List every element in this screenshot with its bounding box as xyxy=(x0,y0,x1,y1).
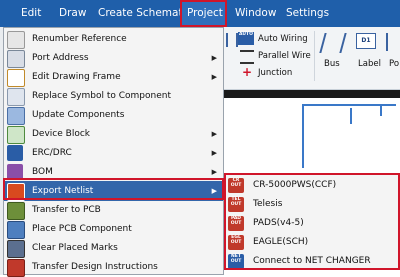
menu-item-export-netlist[interactable]: Export Netlist ▶ xyxy=(4,181,223,201)
renumber-icon xyxy=(7,31,25,49)
submenu-arrow-icon: ▶ xyxy=(211,149,217,157)
submenu-arrow-icon: ▶ xyxy=(211,168,217,176)
menu-item-label: Transfer Design Instructions xyxy=(32,262,158,272)
net-out-icon: NET OUT xyxy=(228,254,244,269)
menu-window[interactable]: Window xyxy=(235,0,276,27)
submenu-item-label: PADS(v4-5) xyxy=(253,218,304,228)
menu-item-renumber-reference[interactable]: Renumber Reference xyxy=(4,29,223,49)
bus-icon xyxy=(319,33,347,53)
erc-drc-icon xyxy=(7,145,23,161)
menu-item-replace-symbol[interactable]: Replace Symbol to Component xyxy=(4,86,223,106)
icon-text: CR OUT xyxy=(230,178,242,188)
submenu-item-cr5000[interactable]: CR OUT CR-5000PWS(CCF) xyxy=(225,176,399,195)
auto-wiring-icon-text: AUTO xyxy=(239,32,253,37)
menu-item-bom[interactable]: BOM ▶ xyxy=(4,162,223,182)
submenu-arrow-icon: ▶ xyxy=(211,54,217,62)
submenu-item-label: EAGLE(SCH) xyxy=(253,237,309,247)
netlist-out-icon xyxy=(7,183,25,201)
bus-button[interactable]: Bus xyxy=(324,59,340,69)
ribbon-divider xyxy=(314,31,315,81)
label-icon-text: D1 xyxy=(361,37,371,44)
menu-settings[interactable]: Settings xyxy=(286,0,329,27)
auto-wiring-button[interactable]: Auto Wiring xyxy=(258,34,308,44)
menu-item-label: Edit Drawing Frame xyxy=(32,72,121,82)
menubar: Edit Draw Create Schematic Project Windo… xyxy=(0,0,400,27)
eagle-out-icon: EGL OUT xyxy=(228,235,244,250)
label-icon: D1 xyxy=(356,33,376,49)
menu-item-clear-placed-marks[interactable]: Clear Placed Marks xyxy=(4,238,223,258)
menu-draw[interactable]: Draw xyxy=(59,0,86,27)
menu-item-label: Renumber Reference xyxy=(32,34,127,44)
menu-project[interactable]: Project xyxy=(180,0,227,27)
menu-item-transfer-to-pcb[interactable]: Transfer to PCB xyxy=(4,200,223,220)
submenu-item-label: CR-5000PWS(CCF) xyxy=(253,180,337,190)
menu-item-device-block[interactable]: Device Block ▶ xyxy=(4,124,223,144)
menu-item-label: Clear Placed Marks xyxy=(32,243,118,253)
export-netlist-submenu: CR OUT CR-5000PWS(CCF) TEL OUT Telesis P… xyxy=(224,173,400,270)
junction-icon: + xyxy=(242,65,253,79)
submenu-arrow-icon: ▶ xyxy=(211,130,217,138)
project-menu: Renumber Reference Port Address ▶ Edit D… xyxy=(3,27,224,277)
submenu-arrow-icon: ▶ xyxy=(211,187,217,195)
menu-item-place-pcb-component[interactable]: Place PCB Component xyxy=(4,219,223,239)
menu-item-label: Place PCB Component xyxy=(32,224,132,234)
parallel-wire-icon xyxy=(240,50,254,64)
menu-item-label: Device Block xyxy=(32,129,90,139)
menu-item-label: ERC/DRC xyxy=(32,148,72,158)
icon-text: NET OUT xyxy=(230,254,242,264)
place-pcb-icon xyxy=(7,221,25,239)
update-icon xyxy=(7,107,25,125)
menu-item-label: BOM xyxy=(32,167,53,177)
menu-item-transfer-design-instructions[interactable]: Transfer Design Instructions xyxy=(4,257,223,277)
menu-item-update-components[interactable]: Update Components xyxy=(4,105,223,125)
menu-edit[interactable]: Edit xyxy=(21,0,41,27)
submenu-item-pads[interactable]: PAD OUT PADS(v4-5) xyxy=(225,214,399,233)
pads-out-icon: PAD OUT xyxy=(228,216,244,231)
menu-item-label: Replace Symbol to Component xyxy=(32,91,171,101)
schematic-wire xyxy=(350,108,352,124)
submenu-arrow-icon: ▶ xyxy=(211,73,217,81)
wire-tool-icon[interactable] xyxy=(226,33,238,47)
menu-item-erc-drc[interactable]: ERC/DRC ▶ xyxy=(4,143,223,163)
submenu-item-eagle[interactable]: EGL OUT EAGLE(SCH) xyxy=(225,233,399,252)
menu-item-label: Export Netlist xyxy=(32,186,94,196)
transfer-design-icon xyxy=(7,259,25,277)
junction-button[interactable]: Junction xyxy=(258,68,292,78)
menu-item-label: Transfer to PCB xyxy=(32,205,101,215)
menu-item-edit-drawing-frame[interactable]: Edit Drawing Frame ▶ xyxy=(4,67,223,87)
icon-text: EGL OUT xyxy=(230,235,242,245)
transfer-pcb-icon xyxy=(7,202,25,220)
device-block-icon xyxy=(7,126,25,144)
telesis-out-icon: TEL OUT xyxy=(228,197,244,212)
port-tool-button[interactable]: Po xyxy=(389,59,399,69)
clear-marks-icon xyxy=(7,240,25,258)
menu-item-port-address[interactable]: Port Address ▶ xyxy=(4,48,223,68)
auto-wiring-icon: AUTO xyxy=(238,32,254,45)
icon-text: PAD OUT xyxy=(230,216,242,226)
submenu-item-net-changer[interactable]: NET OUT Connect to NET CHANGER xyxy=(225,252,399,271)
replace-icon xyxy=(7,88,25,106)
frame-icon xyxy=(7,69,25,87)
menu-item-label: Port Address xyxy=(32,53,89,63)
cr-out-icon: CR OUT xyxy=(228,178,244,193)
label-button[interactable]: Label xyxy=(358,59,381,69)
menu-create-schematic[interactable]: Create Schematic xyxy=(98,0,191,27)
submenu-item-telesis[interactable]: TEL OUT Telesis xyxy=(225,195,399,214)
schematic-wire xyxy=(302,104,304,168)
bom-icon xyxy=(7,164,23,180)
parallel-wire-button[interactable]: Parallel Wire xyxy=(258,51,311,61)
schematic-wire xyxy=(380,104,382,116)
submenu-item-label: Telesis xyxy=(253,199,283,209)
port-tool-icon xyxy=(386,33,400,51)
submenu-item-label: Connect to NET CHANGER xyxy=(253,256,371,266)
port-icon xyxy=(7,50,25,68)
menu-item-label: Update Components xyxy=(32,110,125,120)
icon-text: TEL OUT xyxy=(230,197,242,207)
